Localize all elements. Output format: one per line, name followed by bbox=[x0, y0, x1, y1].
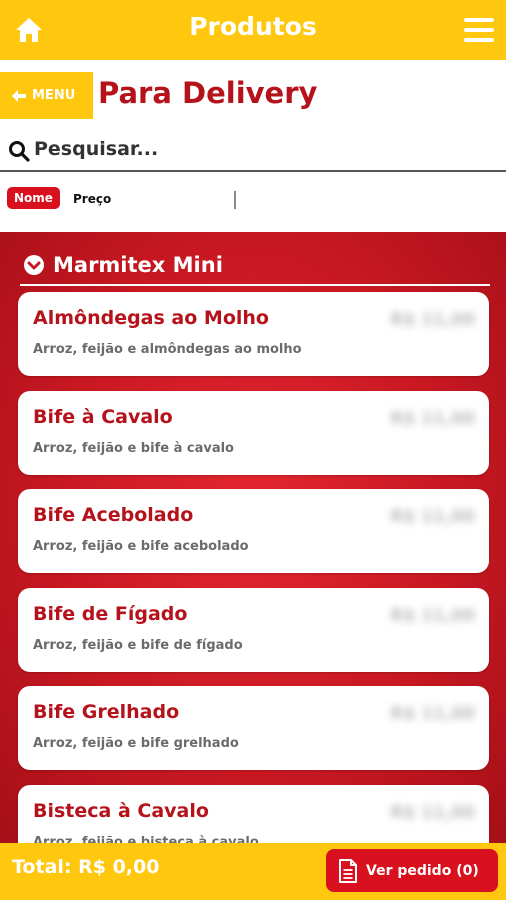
product-name: Bife Acebolado bbox=[33, 504, 194, 526]
category-name: Marmitex Mini bbox=[53, 253, 223, 277]
product-price: R$ 11,00 bbox=[390, 704, 475, 724]
view-order-button[interactable]: Ver pedido (0) bbox=[326, 849, 498, 892]
document-icon bbox=[339, 858, 357, 883]
divider bbox=[234, 191, 236, 209]
product-name: Bife Grelhado bbox=[33, 701, 180, 723]
product-price: R$ 11,00 bbox=[390, 507, 475, 527]
search-icon bbox=[9, 141, 30, 162]
product-price: R$ 11,00 bbox=[390, 310, 475, 330]
order-total: Total: R$ 0,00 bbox=[12, 856, 160, 878]
hamburger-menu-icon[interactable] bbox=[464, 18, 494, 44]
product-description: Arroz, feijão e bife à cavalo bbox=[33, 440, 234, 456]
category-header[interactable]: Marmitex Mini bbox=[20, 246, 490, 286]
product-price: R$ 11,00 bbox=[390, 408, 475, 429]
menu-back-button[interactable]: MENU bbox=[0, 72, 93, 119]
header-title: Produtos bbox=[189, 12, 317, 41]
search-input[interactable] bbox=[34, 134, 494, 164]
menu-button-label: MENU bbox=[32, 88, 76, 103]
product-list: Almôndegas ao Molho Arroz, feijão e almô… bbox=[18, 292, 489, 844]
chevron-down-circle-icon bbox=[24, 255, 44, 275]
product-description: Arroz, feijão e almôndegas ao molho bbox=[33, 342, 302, 357]
product-card[interactable]: Bife Acebolado Arroz, feijão e bife aceb… bbox=[18, 489, 489, 573]
product-price: R$ 11,00 bbox=[390, 605, 475, 626]
product-price: R$ 11,00 bbox=[390, 802, 475, 823]
product-card[interactable]: Bisteca à Cavalo Arroz, feijão e bisteca… bbox=[18, 784, 489, 844]
page-title: Para Delivery bbox=[98, 76, 318, 110]
search-bar bbox=[0, 128, 506, 172]
product-name: Bife de Fígado bbox=[33, 602, 188, 625]
product-card[interactable]: Bife Grelhado Arroz, feijão e bife grelh… bbox=[18, 686, 489, 770]
arrow-left-icon bbox=[12, 89, 26, 102]
sort-options: Nome Preço bbox=[0, 185, 506, 215]
product-card[interactable]: Bife à Cavalo Arroz, feijão e bife à cav… bbox=[18, 390, 489, 475]
product-description: Arroz, feijão e bife grelhado bbox=[33, 736, 239, 751]
product-name: Bisteca à Cavalo bbox=[33, 799, 209, 822]
product-name: Bife à Cavalo bbox=[33, 405, 173, 428]
product-description: Arroz, feijão e bife de fígado bbox=[33, 637, 243, 653]
product-name: Almôndegas ao Molho bbox=[33, 307, 269, 329]
product-description: Arroz, feijão e bife acebolado bbox=[33, 539, 249, 554]
footer-bar: Total: R$ 0,00 Ver pedido (0) bbox=[0, 843, 506, 900]
product-card[interactable]: Almôndegas ao Molho Arroz, feijão e almô… bbox=[18, 292, 489, 376]
sort-by-price-button[interactable]: Preço bbox=[73, 192, 111, 206]
view-order-label: Ver pedido (0) bbox=[366, 862, 479, 879]
product-card[interactable]: Bife de Fígado Arroz, feijão e bife de f… bbox=[18, 587, 489, 672]
sort-by-name-button[interactable]: Nome bbox=[7, 187, 60, 209]
product-list-area[interactable]: Marmitex Mini Almôndegas ao Molho Arroz,… bbox=[0, 232, 506, 844]
top-bar: Produtos bbox=[0, 0, 506, 60]
